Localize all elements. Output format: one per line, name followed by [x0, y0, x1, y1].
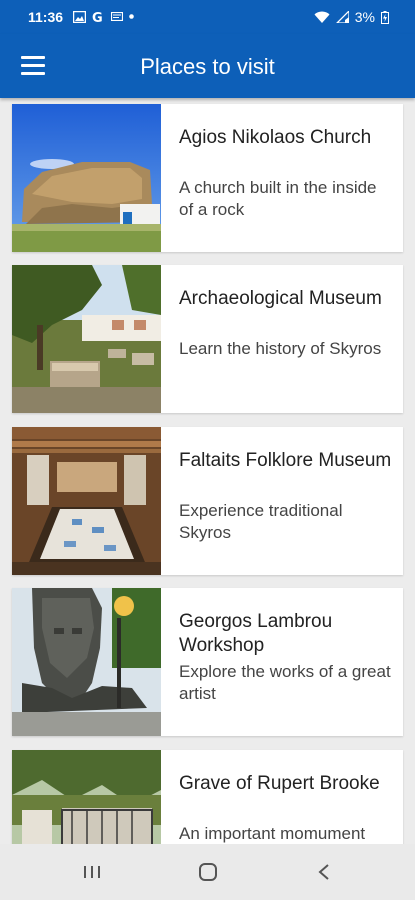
place-title: Archaeological Museum	[179, 288, 382, 309]
image-notification-icon	[73, 10, 86, 23]
place-card-archaeological-museum[interactable]: Archaeological Museum Learn the history …	[12, 265, 403, 413]
notification-icons: G	[73, 10, 134, 23]
archaeological-museum-image	[12, 265, 161, 413]
battery-charging-icon	[381, 10, 389, 24]
place-description: Learn the history of Skyros	[179, 339, 382, 358]
grave-of-rupert-brooke-image	[12, 750, 161, 844]
signal-icon	[335, 11, 349, 23]
home-button[interactable]	[188, 858, 228, 886]
place-description: A church built in the inside of a rock	[179, 178, 377, 219]
recent-apps-icon	[84, 866, 100, 878]
agios-nikolaos-church-image	[12, 104, 161, 252]
system-navigation-bar	[0, 844, 415, 900]
google-g-icon: G	[92, 11, 103, 23]
status-bar: 11:36 G 3%	[0, 0, 415, 34]
place-title: Faltaits Folklore Museum	[179, 450, 392, 471]
georgos-lambrou-workshop-image	[12, 588, 161, 736]
more-notifications-dot-icon	[129, 14, 134, 19]
place-card-lambrou-workshop[interactable]: Georgos Lambrou Workshop Explore the wor…	[12, 588, 403, 736]
place-title: Georgos Lambrou Workshop	[179, 611, 333, 656]
place-title: Agios Nikolaos Church	[179, 127, 372, 148]
faltaits-folklore-museum-image	[12, 427, 161, 575]
page-title: Places to visit	[140, 54, 275, 79]
recent-apps-button[interactable]	[72, 858, 112, 886]
place-card-rupert-brooke[interactable]: Grave of Rupert Brooke An important momu…	[12, 750, 403, 844]
places-list[interactable]: Agios Nikolaos Church A church built in …	[0, 98, 415, 844]
wifi-icon	[314, 11, 330, 23]
place-description: An important momument	[179, 824, 366, 843]
back-chevron-icon	[318, 864, 329, 880]
place-title: Grave of Rupert Brooke	[179, 773, 380, 794]
message-notification-icon	[111, 12, 123, 21]
place-description: Explore the works of a great artist	[179, 662, 391, 703]
home-icon	[199, 863, 217, 881]
status-time: 11:36	[28, 9, 64, 25]
app-bar: Places to visit	[0, 34, 415, 98]
system-status: 3%	[314, 9, 389, 25]
place-card-agios-nikolaos[interactable]: Agios Nikolaos Church A church built in …	[12, 104, 403, 252]
battery-percent: 3%	[354, 9, 375, 25]
place-description: Experience traditional Skyros	[179, 501, 343, 542]
svg-text:G: G	[92, 11, 103, 23]
back-button[interactable]	[304, 858, 344, 886]
place-card-faltaits-museum[interactable]: Faltaits Folklore Museum Experience trad…	[12, 427, 403, 575]
